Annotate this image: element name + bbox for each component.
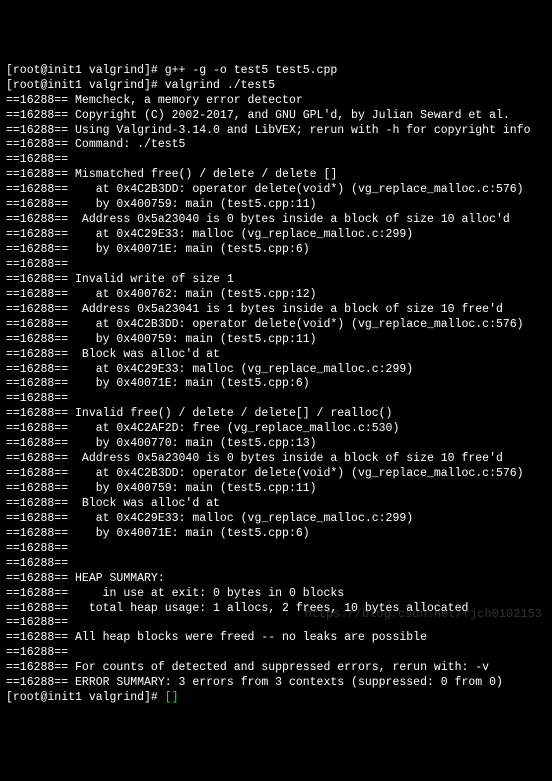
terminal-line: ==16288== by 0x400759: main (test5.cpp:1… bbox=[6, 482, 546, 497]
terminal-line: ==16288== by 0x40071E: main (test5.cpp:6… bbox=[6, 527, 546, 542]
terminal-line: ==16288== by 0x40071E: main (test5.cpp:6… bbox=[6, 243, 546, 258]
terminal-line: ==16288== by 0x400759: main (test5.cpp:1… bbox=[6, 333, 546, 348]
prompt-text: [root@init1 valgrind]# bbox=[6, 691, 165, 704]
terminal-line: ==16288== bbox=[6, 153, 546, 168]
terminal-line: ==16288== Block was alloc'd at bbox=[6, 348, 546, 363]
terminal-line: ==16288== at 0x400762: main (test5.cpp:1… bbox=[6, 288, 546, 303]
terminal-line: ==16288== by 0x400759: main (test5.cpp:1… bbox=[6, 198, 546, 213]
terminal-line: ==16288== bbox=[6, 646, 546, 661]
terminal-line: ==16288== in use at exit: 0 bytes in 0 b… bbox=[6, 587, 546, 602]
terminal-line: ==16288== ERROR SUMMARY: 3 errors from 3… bbox=[6, 676, 546, 691]
terminal-line: ==16288== Mismatched free() / delete / d… bbox=[6, 168, 546, 183]
terminal-line: ==16288== bbox=[6, 557, 546, 572]
terminal-line: ==16288== at 0x4C2B3DD: operator delete(… bbox=[6, 318, 546, 333]
terminal-line: ==16288== by 0x40071E: main (test5.cpp:6… bbox=[6, 377, 546, 392]
terminal-line: ==16288== HEAP SUMMARY: bbox=[6, 572, 546, 587]
terminal-line: ==16288== bbox=[6, 542, 546, 557]
terminal-line: [root@init1 valgrind]# valgrind ./test5 bbox=[6, 79, 546, 94]
terminal-line: ==16288== Copyright (C) 2002-2017, and G… bbox=[6, 109, 546, 124]
terminal-line: ==16288== Memcheck, a memory error detec… bbox=[6, 94, 546, 109]
terminal-line: ==16288== Block was alloc'd at bbox=[6, 497, 546, 512]
cursor-icon: [] bbox=[165, 691, 179, 704]
terminal-line: ==16288== at 0x4C2B3DD: operator delete(… bbox=[6, 467, 546, 482]
terminal-line: ==16288== Address 0x5a23040 is 0 bytes i… bbox=[6, 452, 546, 467]
terminal-line: ==16288== at 0x4C2AF2D: free (vg_replace… bbox=[6, 422, 546, 437]
terminal-line: ==16288== Invalid write of size 1 bbox=[6, 273, 546, 288]
terminal-line: ==16288== at 0x4C2B3DD: operator delete(… bbox=[6, 183, 546, 198]
terminal-line: ==16288== at 0x4C29E33: malloc (vg_repla… bbox=[6, 512, 546, 527]
terminal-line: ==16288== Address 0x5a23041 is 1 bytes i… bbox=[6, 303, 546, 318]
terminal-line: ==16288== Address 0x5a23040 is 0 bytes i… bbox=[6, 213, 546, 228]
terminal-line: ==16288== Invalid free() / delete / dele… bbox=[6, 407, 546, 422]
terminal-line: ==16288== bbox=[6, 258, 546, 273]
terminal-line: ==16288== at 0x4C29E33: malloc (vg_repla… bbox=[6, 363, 546, 378]
terminal-prompt[interactable]: [root@init1 valgrind]# [] bbox=[6, 691, 546, 706]
watermark-text: https://blog.csdn.net/fjch0102153 bbox=[304, 607, 542, 623]
terminal-line: ==16288== Using Valgrind-3.14.0 and LibV… bbox=[6, 124, 546, 139]
terminal-line: [root@init1 valgrind]# g++ -g -o test5 t… bbox=[6, 64, 546, 79]
terminal-line: ==16288== For counts of detected and sup… bbox=[6, 661, 546, 676]
terminal-line: ==16288== All heap blocks were freed -- … bbox=[6, 631, 546, 646]
terminal-line: ==16288== Command: ./test5 bbox=[6, 138, 546, 153]
terminal-line: ==16288== at 0x4C29E33: malloc (vg_repla… bbox=[6, 228, 546, 243]
terminal-line: ==16288== by 0x400770: main (test5.cpp:1… bbox=[6, 437, 546, 452]
terminal-line: ==16288== bbox=[6, 392, 546, 407]
